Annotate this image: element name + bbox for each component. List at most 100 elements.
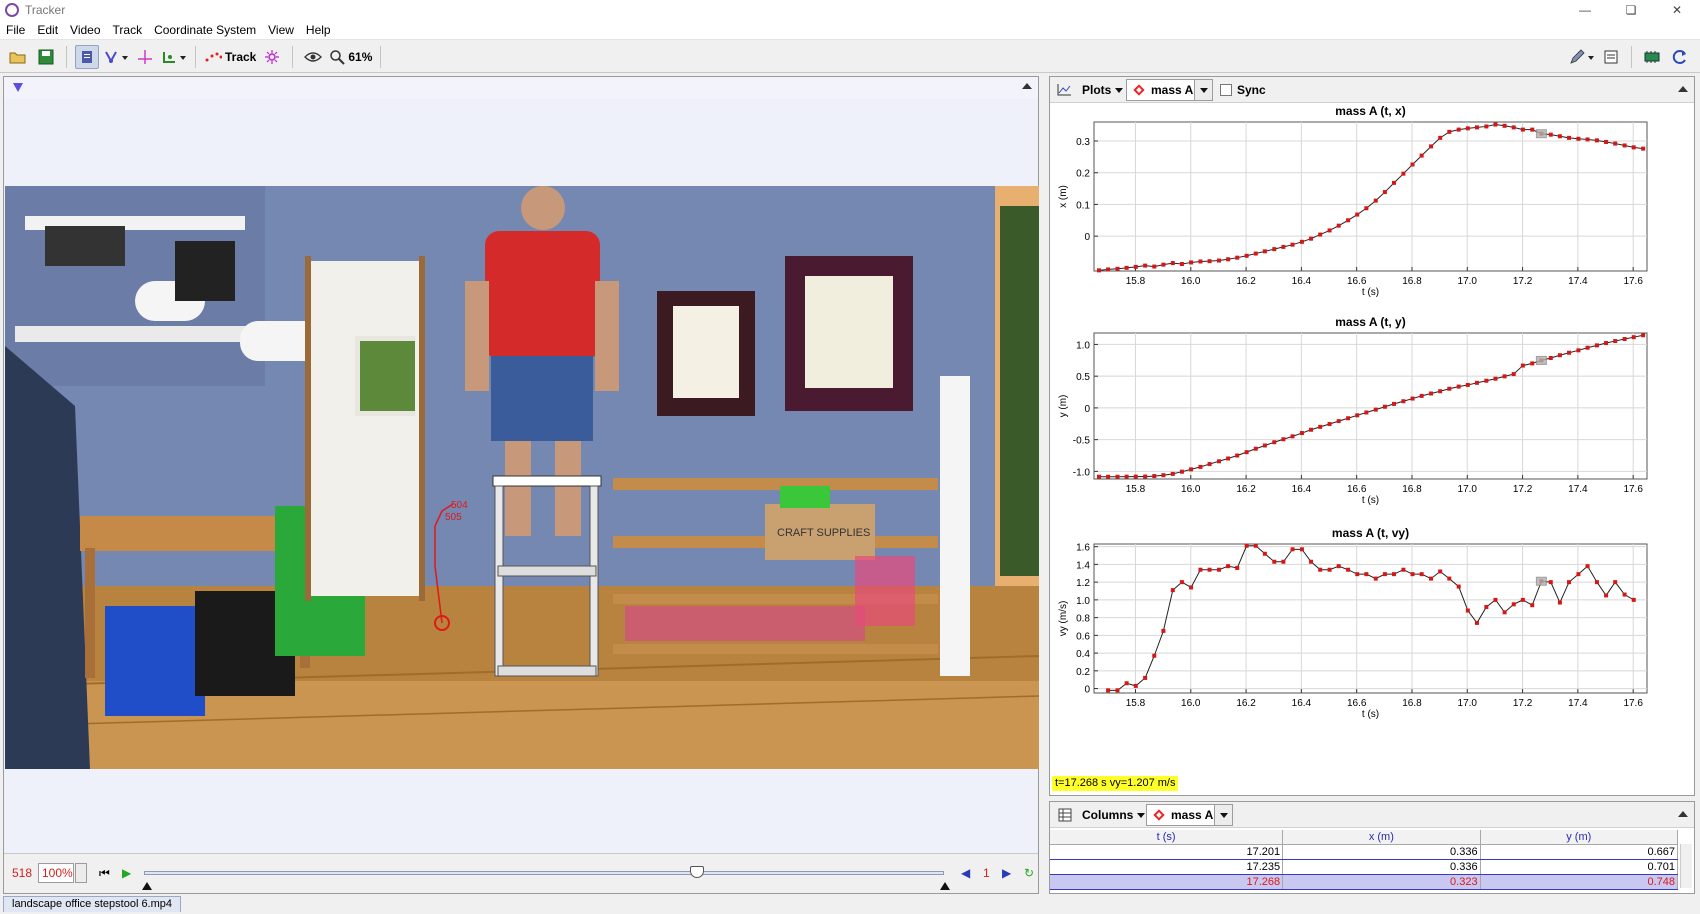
data-point — [1327, 567, 1332, 572]
table-cell[interactable]: 17.268 — [1050, 874, 1284, 890]
memory-icon[interactable] — [1640, 45, 1664, 69]
menu-track[interactable]: Track — [107, 23, 149, 37]
column-header-y[interactable]: y (m) — [1480, 830, 1679, 845]
tape-measure-icon[interactable] — [161, 45, 187, 69]
data-point — [1530, 361, 1535, 366]
rewind-button[interactable]: ⏮ — [99, 866, 110, 881]
table-cell[interactable]: 0.748 — [1480, 874, 1679, 890]
table-cell[interactable]: 17.201 — [1050, 844, 1284, 860]
save-icon[interactable] — [34, 45, 58, 69]
menu-coordinate-system[interactable]: Coordinate System — [148, 23, 262, 37]
plot-title: mass A (t, vy) — [1332, 526, 1409, 540]
data-point — [1124, 265, 1129, 270]
refresh-icon[interactable] — [1668, 45, 1692, 69]
toolbar-right-group — [1567, 45, 1694, 69]
minimize-button[interactable]: — — [1562, 0, 1608, 20]
data-point — [1484, 124, 1489, 129]
track-selector[interactable]: mass A — [1126, 79, 1213, 101]
sync-toggle[interactable]: Sync — [1220, 80, 1266, 100]
table-cell[interactable]: 17.235 — [1050, 859, 1284, 875]
end-trim-marker[interactable] — [940, 882, 950, 890]
calibration-tools-icon[interactable] — [103, 45, 129, 69]
y-tick-label: -0.5 — [1073, 436, 1091, 447]
pencil-drawing-icon[interactable] — [1569, 45, 1595, 69]
menu-edit[interactable]: Edit — [31, 23, 64, 37]
data-point — [1447, 386, 1452, 391]
x-tick-label: 17.4 — [1568, 276, 1588, 287]
data-point — [1355, 572, 1360, 577]
loop-icon[interactable]: ↻ — [1024, 866, 1034, 880]
step-forward-button[interactable]: ▶ — [1002, 866, 1011, 880]
maximize-button[interactable]: ❏ — [1608, 0, 1654, 20]
table-cell[interactable]: 0.336 — [1282, 859, 1481, 875]
menu-help[interactable]: Help — [300, 23, 337, 37]
playback-rate-field[interactable]: 100% — [38, 863, 74, 883]
menu-video[interactable]: Video — [64, 23, 106, 37]
table-row[interactable]: 17.201 0.336 0.667 — [1050, 844, 1679, 860]
chevron-down-icon[interactable] — [1194, 80, 1212, 100]
data-point — [1318, 567, 1323, 572]
step-back-button[interactable]: ◀ — [961, 866, 970, 880]
data-point — [1364, 410, 1369, 415]
frame-slider-knob[interactable] — [690, 866, 704, 878]
data-point — [1281, 437, 1286, 442]
play-button[interactable]: ▶ — [122, 866, 131, 880]
start-trim-marker[interactable] — [142, 882, 152, 890]
zoom-button[interactable]: 61% — [329, 45, 372, 69]
collapse-icon[interactable] — [1678, 811, 1688, 817]
column-header-x[interactable]: x (m) — [1282, 830, 1481, 845]
data-point — [1143, 675, 1148, 680]
table-track-selector[interactable]: mass A — [1146, 804, 1233, 826]
autotracker-icon[interactable] — [260, 45, 284, 69]
data-point — [1152, 653, 1157, 658]
data-point — [1373, 198, 1378, 203]
data-point — [1585, 564, 1590, 569]
columns-label: Columns — [1082, 808, 1134, 822]
table-cell[interactable]: 0.667 — [1480, 844, 1679, 860]
close-button[interactable]: ✕ — [1654, 0, 1700, 20]
table-cell[interactable]: 0.323 — [1282, 874, 1481, 890]
data-point — [1226, 456, 1231, 461]
data-point — [1622, 592, 1627, 597]
collapse-icon[interactable] — [1022, 83, 1032, 89]
track-name: mass A — [1151, 83, 1194, 97]
clip-settings-icon[interactable] — [75, 44, 99, 69]
plots-menu-button[interactable]: Plots — [1082, 80, 1124, 100]
create-track-button[interactable]: Track — [204, 45, 256, 69]
axes-icon[interactable] — [133, 45, 157, 69]
sync-checkbox[interactable] — [1220, 84, 1232, 96]
table-cell[interactable]: 0.336 — [1282, 844, 1481, 860]
data-table[interactable]: t (s) x (m) y (m) 17.201 0.336 0.667 17.… — [1050, 830, 1679, 890]
collapse-icon[interactable] — [1678, 86, 1688, 92]
table-row[interactable]: 17.235 0.336 0.701 — [1050, 859, 1679, 875]
video-file-tab[interactable]: landscape office stepstool 6.mp4 — [3, 896, 182, 912]
open-folder-icon[interactable] — [6, 45, 30, 69]
column-header-t[interactable]: t (s) — [1050, 830, 1284, 845]
data-point — [1170, 471, 1175, 476]
table-scrollbar[interactable] — [1680, 844, 1692, 888]
data-point — [1152, 474, 1157, 479]
chevron-down-icon[interactable] — [1214, 805, 1232, 825]
step-size[interactable]: 1 — [983, 866, 990, 880]
menu-view[interactable]: View — [262, 23, 300, 37]
visibility-eye-icon[interactable] — [301, 45, 325, 69]
table-row-selected[interactable]: 17.268 0.323 0.748 — [1050, 874, 1679, 890]
table-cell[interactable]: 0.701 — [1480, 859, 1679, 875]
x-tick-label: 17.0 — [1458, 484, 1478, 495]
notes-icon[interactable] — [1599, 45, 1623, 69]
video-header — [4, 77, 1038, 99]
video-frame[interactable]: CRAFT SUPPLIES 504 505 — [5, 186, 1039, 769]
data-point — [1493, 122, 1498, 127]
dropdown-triangle-icon[interactable] — [13, 83, 23, 92]
toolbar-separator — [292, 45, 294, 68]
plots-area[interactable]: mass A (t, x) 15.8 16.0 16.2 16.4 16.6 16.8 17.… — [1050, 103, 1694, 773]
frame-slider[interactable] — [144, 871, 944, 875]
columns-menu-button[interactable]: Columns — [1082, 805, 1146, 825]
rate-spinner[interactable] — [75, 863, 87, 883]
data-point — [1530, 603, 1535, 608]
data-point — [1401, 567, 1406, 572]
menu-file[interactable]: File — [0, 23, 31, 37]
data-point — [1244, 543, 1249, 548]
data-point — [1207, 259, 1212, 264]
data-point — [1143, 474, 1148, 479]
